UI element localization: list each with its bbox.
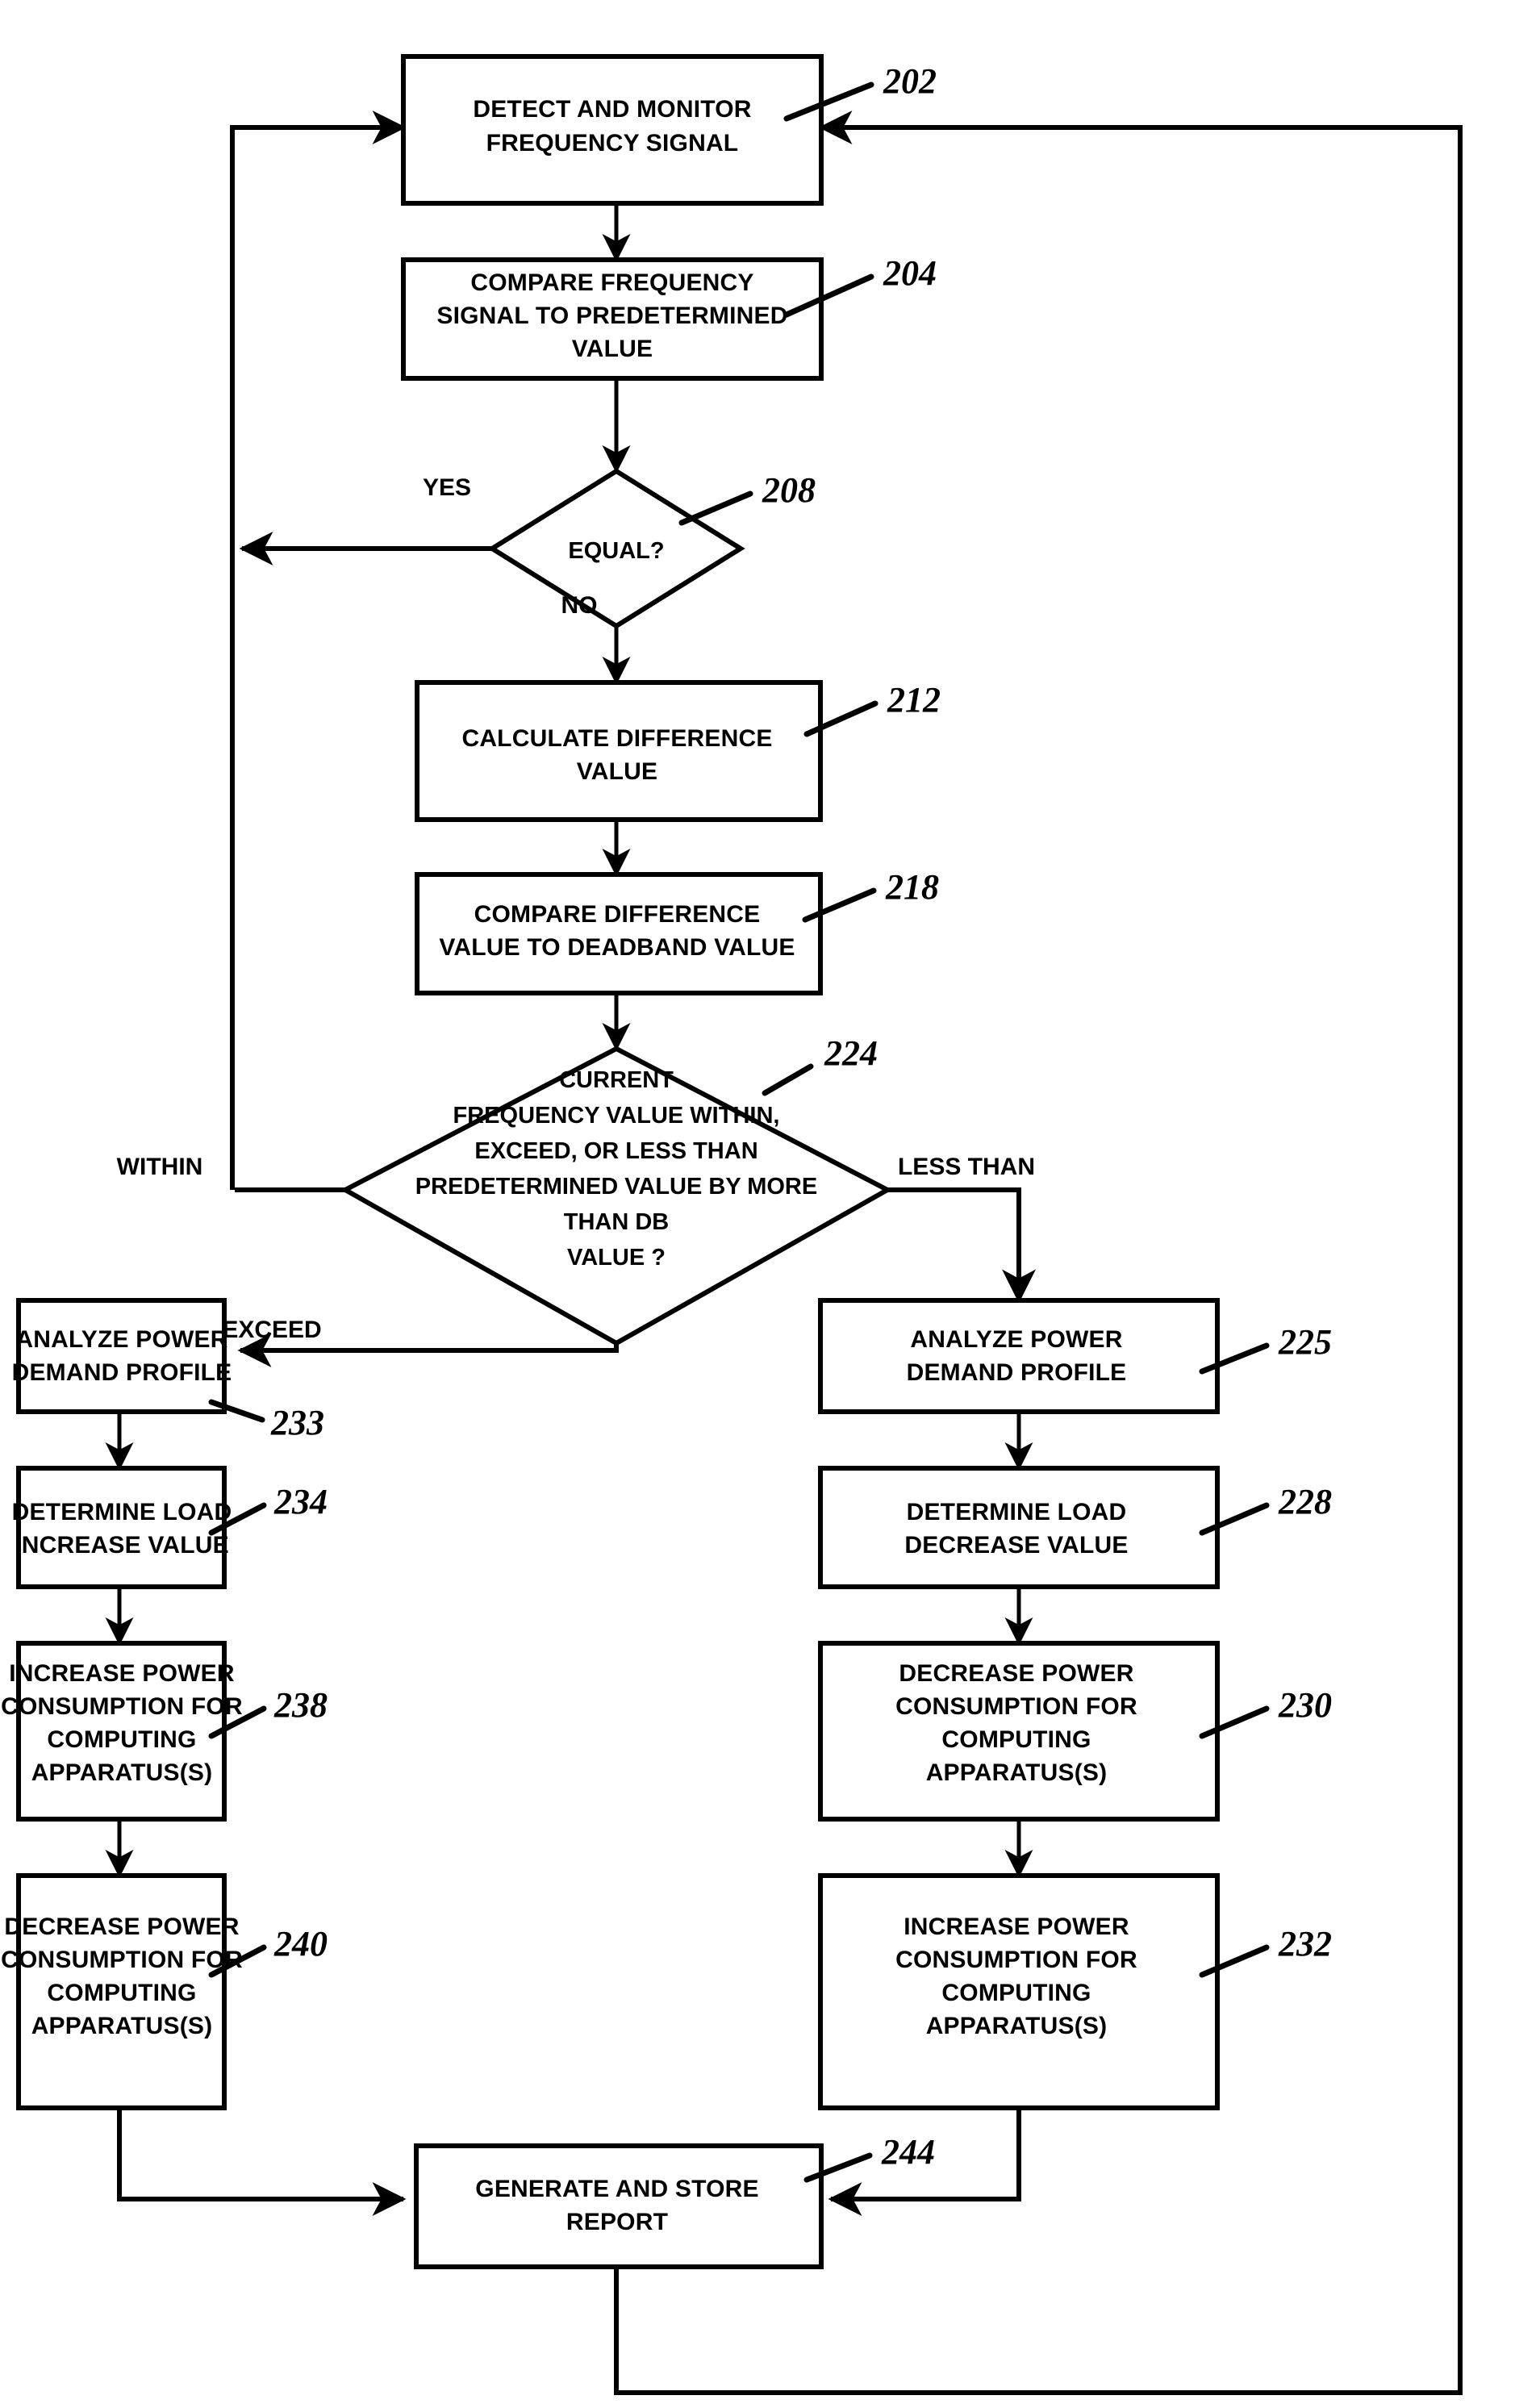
ref-numeral-225: 225 xyxy=(1278,1322,1332,1362)
node-225-box[interactable] xyxy=(818,1298,1220,1414)
node-230-line-3: APPARATUS(S) xyxy=(926,1759,1108,1786)
node-224-within-exceed-lessthan-decision[interactable]: CURRENT FREQUENCY VALUE WITHIN, EXCEED, … xyxy=(340,1045,893,1346)
node-234-line-1: INCREASE VALUE xyxy=(15,1532,229,1559)
node-240-line-3: APPARATUS(S) xyxy=(31,2013,213,2039)
node-230-line-0: DECREASE POWER xyxy=(899,1660,1133,1687)
node-238-line-3: APPARATUS(S) xyxy=(31,1759,213,1786)
node-230-decrease-power-consumption-right[interactable]: DECREASE POWER CONSUMPTION FOR COMPUTING… xyxy=(818,1641,1220,1822)
node-244-box[interactable] xyxy=(414,2143,824,2269)
leader-218: 218 xyxy=(802,867,939,923)
node-208-line-0: EQUAL? xyxy=(568,538,664,564)
node-233-box[interactable] xyxy=(16,1298,227,1414)
node-238-line-0: INCREASE POWER xyxy=(9,1660,235,1687)
flowchart-canvas: DETECT AND MONITOR FREQUENCY SIGNAL 202 … xyxy=(1,54,1463,2395)
ref-numeral-204: 204 xyxy=(883,253,937,293)
node-234-determine-load-increase[interactable]: DETERMINE LOAD INCREASE VALUE xyxy=(12,1466,232,1589)
node-230-line-2: COMPUTING xyxy=(941,1726,1091,1753)
edge-label-yes: YES xyxy=(423,474,471,501)
node-212-line-0: CALCULATE DIFFERENCE xyxy=(461,725,772,752)
node-224-line-0: CURRENT xyxy=(559,1067,674,1093)
edge-224-lessthan-to-225 xyxy=(887,1187,1036,1304)
node-208-equal-decision[interactable]: EQUAL? xyxy=(487,468,745,629)
node-232-line-3: APPARATUS(S) xyxy=(926,2013,1108,2039)
ref-numeral-232: 232 xyxy=(1278,1924,1332,1964)
node-230-line-1: CONSUMPTION FOR xyxy=(895,1693,1137,1720)
ref-numeral-228: 228 xyxy=(1278,1482,1332,1521)
node-234-box[interactable] xyxy=(16,1466,227,1589)
edge-240-to-244 xyxy=(117,2108,407,2216)
node-224-line-2: EXCEED, OR LESS THAN xyxy=(474,1138,758,1164)
node-228-line-0: DETERMINE LOAD xyxy=(907,1499,1127,1525)
ref-numeral-233: 233 xyxy=(270,1403,324,1442)
ref-numeral-208: 208 xyxy=(762,470,816,510)
node-238-line-2: COMPUTING xyxy=(47,1726,196,1753)
node-204-line-2: VALUE xyxy=(572,336,653,362)
node-202-line-0: DETECT AND MONITOR xyxy=(473,96,751,123)
connectors xyxy=(105,111,1463,2395)
edge-left-return-rail xyxy=(230,111,407,1190)
leader-212: 212 xyxy=(803,680,941,737)
ref-numeral-238: 238 xyxy=(273,1685,328,1725)
ref-numeral-212: 212 xyxy=(887,680,941,720)
node-218-line-0: COMPARE DIFFERENCE xyxy=(474,901,761,928)
node-232-line-0: INCREASE POWER xyxy=(904,1913,1129,1940)
node-212-calculate-difference[interactable]: CALCULATE DIFFERENCE VALUE xyxy=(415,680,823,822)
node-240-line-0: DECREASE POWER xyxy=(4,1913,239,1940)
leader-208: 208 xyxy=(678,470,816,526)
leader-228: 228 xyxy=(1199,1482,1332,1536)
ref-numeral-224: 224 xyxy=(824,1033,878,1073)
node-228-line-1: DECREASE VALUE xyxy=(904,1532,1128,1559)
node-228-box[interactable] xyxy=(818,1466,1220,1589)
node-225-line-1: DEMAND PROFILE xyxy=(907,1359,1127,1386)
node-244-line-0: GENERATE AND STORE xyxy=(475,2176,758,2202)
node-204-compare-frequency[interactable]: COMPARE FREQUENCY SIGNAL TO PREDETERMINE… xyxy=(401,257,824,381)
node-232-line-1: CONSUMPTION FOR xyxy=(895,1947,1137,1973)
node-240-line-2: COMPUTING xyxy=(47,1980,196,2006)
leader-233: 233 xyxy=(208,1399,324,1442)
edge-label-within: WITHIN xyxy=(117,1154,203,1180)
node-233-line-1: DEMAND PROFILE xyxy=(12,1359,232,1386)
edge-label-less-than: LESS THAN xyxy=(898,1154,1035,1180)
node-224-line-1: FREQUENCY VALUE WITHIN, xyxy=(453,1103,780,1129)
node-240-decrease-power-consumption-left[interactable]: DECREASE POWER CONSUMPTION FOR COMPUTING… xyxy=(1,1873,243,2110)
ref-numeral-218: 218 xyxy=(885,867,939,907)
node-202-detect-and-monitor[interactable]: DETECT AND MONITOR FREQUENCY SIGNAL xyxy=(401,54,824,206)
node-238-increase-power-consumption-left[interactable]: INCREASE POWER CONSUMPTION FOR COMPUTING… xyxy=(1,1641,243,1822)
leader-230: 230 xyxy=(1199,1685,1332,1739)
node-244-line-1: REPORT xyxy=(566,2209,668,2235)
node-232-line-2: COMPUTING xyxy=(941,1980,1091,2006)
ref-numeral-230: 230 xyxy=(1278,1685,1332,1725)
edge-label-no: NO xyxy=(561,592,598,619)
node-233-line-0: ANALYZE POWER xyxy=(15,1326,227,1353)
node-234-line-0: DETERMINE LOAD xyxy=(12,1499,232,1525)
node-244-generate-and-store-report[interactable]: GENERATE AND STORE REPORT xyxy=(414,2143,824,2269)
edge-label-exceed: EXCEED xyxy=(222,1317,321,1343)
node-240-line-1: CONSUMPTION FOR xyxy=(1,1947,243,1973)
node-233-analyze-power-demand-left[interactable]: ANALYZE POWER DEMAND PROFILE xyxy=(12,1298,232,1414)
node-224-line-5: VALUE ? xyxy=(567,1245,666,1271)
node-218-line-1: VALUE TO DEADBAND VALUE xyxy=(439,934,795,961)
leader-224: 224 xyxy=(762,1033,878,1096)
edge-224-exceed-to-233 xyxy=(237,1333,619,1367)
node-224-line-3: PREDETERMINED VALUE BY MORE xyxy=(415,1174,817,1200)
leader-232: 232 xyxy=(1199,1924,1332,1978)
ref-numeral-240: 240 xyxy=(273,1924,328,1964)
node-225-line-0: ANALYZE POWER xyxy=(910,1326,1122,1353)
node-202-line-1: FREQUENCY SIGNAL xyxy=(486,130,739,156)
ref-numeral-234: 234 xyxy=(273,1482,328,1521)
node-238-line-1: CONSUMPTION FOR xyxy=(1,1693,243,1720)
node-228-determine-load-decrease[interactable]: DETERMINE LOAD DECREASE VALUE xyxy=(818,1466,1220,1589)
ref-numeral-202: 202 xyxy=(883,61,937,101)
node-225-analyze-power-demand-right[interactable]: ANALYZE POWER DEMAND PROFILE xyxy=(818,1298,1220,1414)
node-204-line-0: COMPARE FREQUENCY xyxy=(470,269,753,296)
node-232-increase-power-consumption-right[interactable]: INCREASE POWER CONSUMPTION FOR COMPUTING… xyxy=(818,1873,1220,2110)
leader-244: 244 xyxy=(803,2132,935,2183)
node-224-line-4: THAN DB xyxy=(564,1209,670,1235)
node-218-compare-deadband[interactable]: COMPARE DIFFERENCE VALUE TO DEADBAND VAL… xyxy=(415,872,823,995)
node-204-line-1: SIGNAL TO PREDETERMINED xyxy=(436,303,787,329)
ref-numeral-244: 244 xyxy=(881,2132,935,2172)
leader-225: 225 xyxy=(1199,1322,1332,1375)
node-212-line-1: VALUE xyxy=(577,758,657,785)
